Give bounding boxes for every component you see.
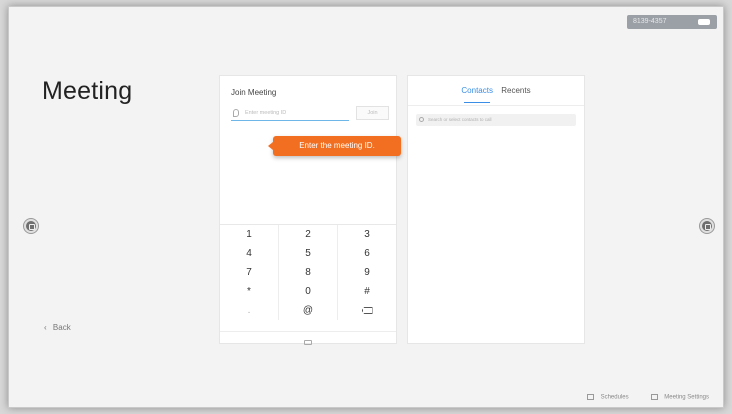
join-button[interactable]: Join [356,106,389,120]
nav-right-dot-icon[interactable] [700,219,714,233]
footer-bar: Schedules Meeting Settings [586,394,709,401]
keypad-row: * 0 # [220,282,396,301]
join-meeting-panel: Join Meeting Enter meeting ID Join Enter… [219,75,401,345]
status-text: 8139-4357 [633,18,667,25]
key-8[interactable]: 8 [279,263,338,282]
tabs-divider [408,105,584,106]
keypad-row: 1 2 3 [220,225,396,244]
app-window: 8139-4357 Meeting ‹ Back Join Meeting En… [8,6,724,408]
keyboard-toggle-button[interactable] [220,331,396,345]
page-title: Meeting [42,77,133,105]
calendar-icon [586,394,594,401]
keyboard-icon [304,340,312,345]
dial-keypad: 1 2 3 4 5 6 7 8 9 * 0 # . @ [220,224,396,320]
meeting-id-tooltip: Enter the meeting ID. [268,136,401,156]
schedules-label: Schedules [600,395,629,401]
contact-search-input[interactable]: Search or select contacts to call [416,114,576,126]
meeting-id-placeholder: Enter meeting ID [245,110,287,116]
key-6[interactable]: 6 [338,244,396,263]
keypad-row: 7 8 9 [220,263,396,282]
key-0[interactable]: 0 [279,282,338,301]
keypad-row: . @ [220,301,396,320]
schedules-button[interactable]: Schedules [586,394,629,401]
status-toggle-icon [698,19,710,25]
meeting-settings-label: Meeting Settings [664,395,709,401]
search-icon [419,117,424,122]
contacts-panel: Contacts Recents Search or select contac… [407,75,585,344]
contact-search-placeholder: Search or select contacts to call [428,117,492,122]
key-7[interactable]: 7 [220,263,279,282]
backspace-icon [361,307,373,314]
join-meeting-title: Join Meeting [231,88,277,97]
key-3[interactable]: 3 [338,225,396,244]
key-at[interactable]: @ [279,301,338,320]
key-9[interactable]: 9 [338,263,396,282]
keypad-row: 4 5 6 [220,244,396,263]
key-dot[interactable]: . [220,301,279,320]
contacts-tabs: Contacts Recents [408,86,584,103]
back-label: Back [52,323,71,332]
key-hash[interactable]: # [338,282,396,301]
key-2[interactable]: 2 [279,225,338,244]
backspace-button[interactable] [338,301,396,320]
back-button[interactable]: ‹ Back [44,323,71,332]
key-star[interactable]: * [220,282,279,301]
tab-contacts[interactable]: Contacts [458,86,496,103]
key-5[interactable]: 5 [279,244,338,263]
location-pin-icon [233,109,239,117]
tab-recents[interactable]: Recents [498,86,533,103]
nav-left-dot-icon[interactable] [24,219,38,233]
key-4[interactable]: 4 [220,244,279,263]
status-indicator: 8139-4357 [627,15,717,29]
key-1[interactable]: 1 [220,225,279,244]
settings-icon [650,394,658,401]
chevron-left-icon: ‹ [44,323,47,332]
meeting-id-input[interactable]: Enter meeting ID [231,107,349,121]
meeting-settings-button[interactable]: Meeting Settings [650,394,709,401]
